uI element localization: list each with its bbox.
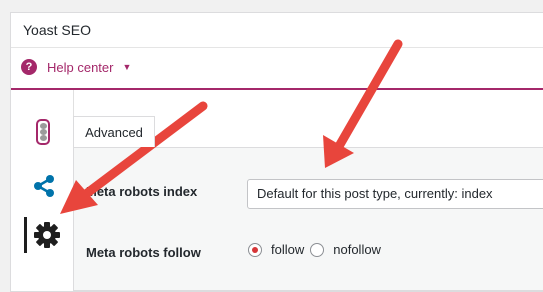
yoast-seo-metabox: Yoast SEO ? Help center ▼ Advanced Meta … [10, 12, 543, 292]
radio-nofollow[interactable] [310, 242, 325, 257]
metabox-header[interactable]: Yoast SEO [11, 13, 543, 48]
sidebar-item-advanced-settings[interactable] [24, 217, 67, 253]
radio-follow-label[interactable]: follow [271, 242, 304, 257]
metabox-sidebar [11, 90, 75, 291]
help-center-button[interactable]: ? Help center ▼ [21, 59, 131, 75]
meta-robots-index-label: Meta robots index [86, 184, 198, 199]
traffic-light-icon [36, 119, 50, 145]
radio-nofollow-label[interactable]: nofollow [333, 242, 381, 257]
meta-robots-index-select[interactable]: Default for this post type, currently: i… [247, 179, 543, 209]
question-circle-icon: ? [21, 59, 37, 75]
caret-down-icon: ▼ [122, 62, 132, 72]
meta-robots-follow-label: Meta robots follow [86, 245, 201, 260]
radio-follow[interactable] [248, 242, 262, 257]
meta-robots-follow-radios: follow nofollow [248, 242, 387, 257]
share-icon [34, 175, 54, 197]
metabox-title: Yoast SEO [23, 22, 91, 38]
help-center-row: ? Help center ▼ [11, 47, 543, 90]
gear-icon [34, 222, 60, 248]
sidebar-item-social[interactable] [31, 173, 57, 199]
tab-advanced[interactable]: Advanced [73, 116, 155, 147]
advanced-panel: Meta robots index Default for this post … [73, 147, 543, 291]
help-center-label: Help center [47, 59, 114, 75]
sidebar-item-readability[interactable] [33, 117, 53, 147]
metabox-content: Advanced Meta robots index Default for t… [73, 90, 543, 291]
